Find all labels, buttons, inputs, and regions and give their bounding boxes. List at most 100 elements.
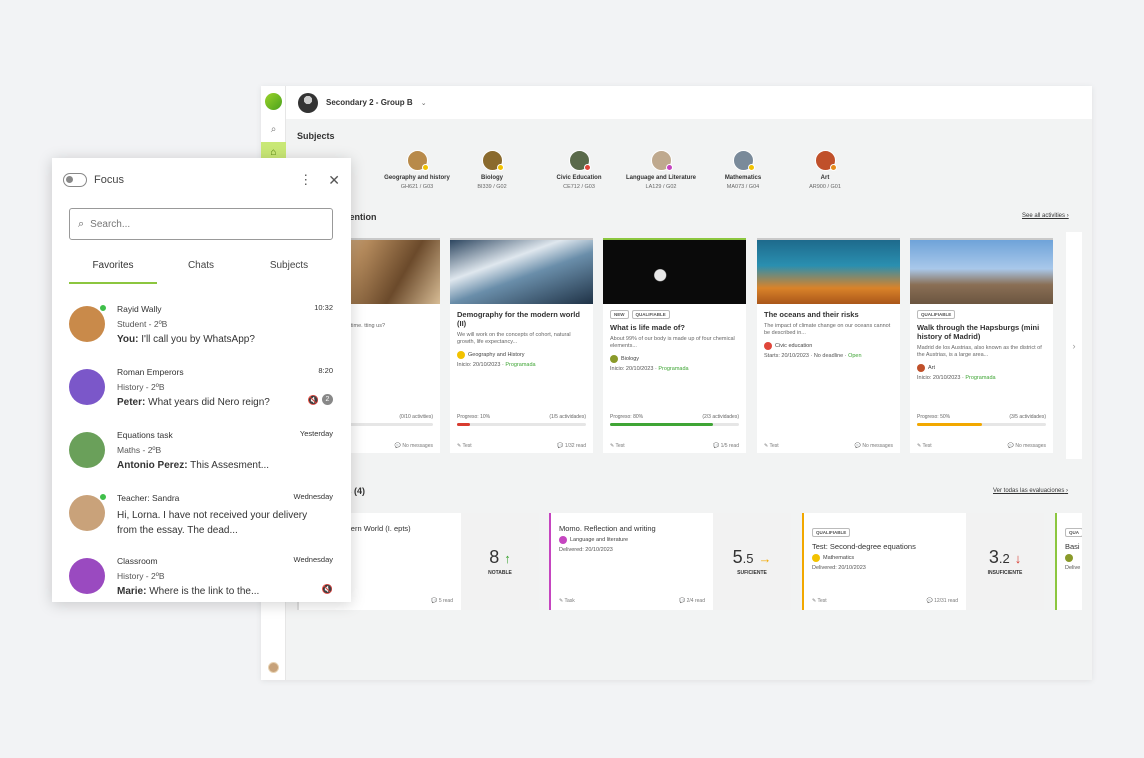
activity-description: Madrid de los Austrias, also known as th…	[917, 345, 1042, 358]
activity-messages: 💬 No messages	[394, 443, 433, 449]
chat-preview: Antonio Perez: This Assesment...	[117, 460, 270, 471]
chat-item[interactable]: Teacher: Sandra Wednesday Hi, Lorna. I hav…	[52, 485, 351, 548]
progress-fill	[610, 423, 714, 426]
chat-time: Yesterday	[299, 429, 333, 438]
chevron-down-icon[interactable]: ⌄	[421, 99, 427, 107]
close-icon[interactable]: ✕	[328, 172, 340, 189]
search-input[interactable]: ⌕ Search...	[69, 208, 333, 240]
subject-code: AR900 / G01	[809, 184, 841, 190]
activity-footer: ✎ Test 💬 1/32 read	[457, 443, 586, 449]
grade-value: 5	[732, 547, 743, 567]
activity-subject-label: Geography and History	[468, 352, 525, 358]
evaluation-subject-label: Language and literature	[570, 537, 629, 543]
subject-badge	[665, 164, 673, 171]
subject-badge	[829, 164, 837, 171]
carousel-next-button[interactable]: ›	[1066, 232, 1082, 459]
evaluation-read: 💬 2/4 read	[679, 598, 705, 604]
more-options-icon[interactable]: ⋮	[299, 172, 312, 188]
subject-item[interactable]: Biology BI339 / G02	[442, 150, 542, 190]
activity-card[interactable]: NEW QUALIFIABLE What is life made of? Abo…	[603, 238, 746, 453]
chat-preview: You: I'll call you by WhatsApp?	[117, 334, 255, 345]
evaluation-card[interactable]: QUALIFIABLE Test: Second-degree equations…	[802, 513, 1044, 610]
progress-bar	[457, 423, 586, 426]
evaluation-title: Momo. Reflection and writing	[559, 524, 656, 533]
chat-context: Student - 2ºB	[117, 319, 168, 329]
activity-meta: Inicio: 20/10/2023 · Programada	[917, 375, 1046, 381]
see-all-activities-link[interactable]: See all activities ›	[1022, 213, 1069, 219]
chat-item[interactable]: Rayid Wally 10:32 Student - 2ºB You: I'll c…	[52, 296, 351, 359]
activity-progress: Progreso: 50% (3/5 actividades)	[917, 414, 1046, 426]
grade-value: 8	[489, 547, 500, 567]
activity-title: The oceans and their risks	[764, 310, 859, 319]
chat-time: Wednesday	[293, 492, 333, 501]
chat-name: Classroom	[117, 556, 158, 566]
evaluation-type: ✎ Test	[812, 598, 827, 604]
subject-avatar	[650, 150, 673, 171]
evaluation-card[interactable]: Momo. Reflection and writing Language and…	[549, 513, 791, 610]
chat-avatar	[69, 306, 105, 342]
evaluation-footer: ✎ Task 💬 2/4 read	[559, 598, 705, 604]
activity-badge: NEW	[610, 310, 629, 319]
evaluation-subject: Language and literature	[559, 536, 709, 544]
user-avatar[interactable]	[268, 662, 279, 673]
focus-toggle[interactable]	[63, 173, 87, 187]
activity-card[interactable]: Demography for the modern world (II) We …	[450, 238, 593, 453]
evaluation-badge: QUA	[1065, 528, 1082, 537]
subject-name: Biology	[481, 175, 503, 181]
chat-name: Roman Emperors	[117, 367, 184, 377]
evaluation-footer: ✎ Test 💬 12/31 read	[812, 598, 958, 604]
progress-fill	[917, 423, 982, 426]
evaluation-read: 💬 12/31 read	[926, 598, 958, 604]
subject-badge	[583, 164, 591, 171]
activity-messages: 💬 1/5 read	[713, 443, 739, 449]
mute-icon[interactable]: 🔇	[322, 584, 333, 595]
tab-favorites[interactable]: Favorites	[69, 254, 157, 284]
chat-item[interactable]: Roman Emperors 8:20 History - 2ºB Peter: Wh…	[52, 359, 351, 422]
evaluation-card[interactable]: QUA Basi Delive	[1055, 513, 1082, 610]
activity-title: What is life made of?	[610, 323, 686, 332]
tab-chats[interactable]: Chats	[157, 254, 245, 284]
subject-dot-icon	[812, 554, 820, 562]
search-icon[interactable]: ⌕	[261, 119, 286, 139]
activity-title: Demography for the modern world (II)	[457, 310, 580, 328]
subject-name: Art	[820, 175, 830, 181]
chat-preview: Hi, Lorna. I have not received your deli…	[117, 510, 308, 536]
app-logo[interactable]	[265, 93, 282, 110]
subject-dot-icon	[457, 351, 465, 359]
activity-description: We will work on the concepts of cohort, …	[457, 332, 571, 345]
group-avatar[interactable]	[298, 92, 318, 113]
chat-context: Maths - 2ºB	[117, 445, 162, 455]
chat-item[interactable]: Classroom Wednesday History - 2ºB Marie: Wh…	[52, 548, 351, 602]
progress-bar	[610, 423, 739, 426]
mute-icon[interactable]: 🔇	[308, 395, 319, 406]
activity-subject: Art	[917, 364, 1046, 372]
activity-footer: ✎ Test 💬 1/5 read	[610, 443, 739, 449]
subject-item[interactable]: Art AR900 / G01	[775, 150, 875, 190]
chat-item[interactable]: Equations task Yesterday Maths - 2ºB Antoni…	[52, 422, 351, 485]
activity-image	[910, 240, 1053, 304]
activity-card[interactable]: QUALIFIABLE Walk through the Hapsburgs (…	[910, 238, 1053, 453]
progress-label: Progreso: 10%	[457, 414, 491, 420]
activity-image	[450, 240, 593, 304]
group-selector[interactable]: Secondary 2 - Group B	[326, 98, 413, 107]
grade-label: SUFICIENTE	[737, 570, 767, 576]
evaluation-badge: QUALIFIABLE	[812, 528, 851, 537]
progress-fill	[457, 423, 470, 426]
chat-context: History - 2ºB	[117, 571, 165, 581]
activity-start: Starts: 20/10/2023 · No deadline ·	[764, 353, 849, 359]
evaluation-subject	[1065, 554, 1082, 562]
activity-subject-label: Art	[928, 365, 936, 371]
progress-label: Progreso: 50%	[917, 414, 951, 420]
evaluation-type: ✎ Task	[559, 598, 575, 604]
activity-description: The impact of climate change on our ocea…	[764, 323, 891, 336]
see-all-evaluations-link[interactable]: Ver todas las evaluaciones ›	[993, 488, 1068, 494]
activity-badge: QUALIFIABLE	[631, 310, 670, 319]
top-bar: Secondary 2 - Group B ⌄	[286, 86, 1092, 119]
chat-name: Rayid Wally	[117, 304, 162, 314]
activity-meta: Starts: 20/10/2023 · No deadline · Open	[764, 353, 893, 359]
subjects-title: Subjects	[297, 131, 335, 141]
subjects-row: Geography and history GH621 / G03 Biolog…	[325, 150, 855, 200]
activity-card[interactable]: The oceans and their risks The impact of…	[757, 238, 900, 453]
tab-subjects[interactable]: Subjects	[245, 254, 333, 284]
subject-avatar	[406, 150, 429, 171]
